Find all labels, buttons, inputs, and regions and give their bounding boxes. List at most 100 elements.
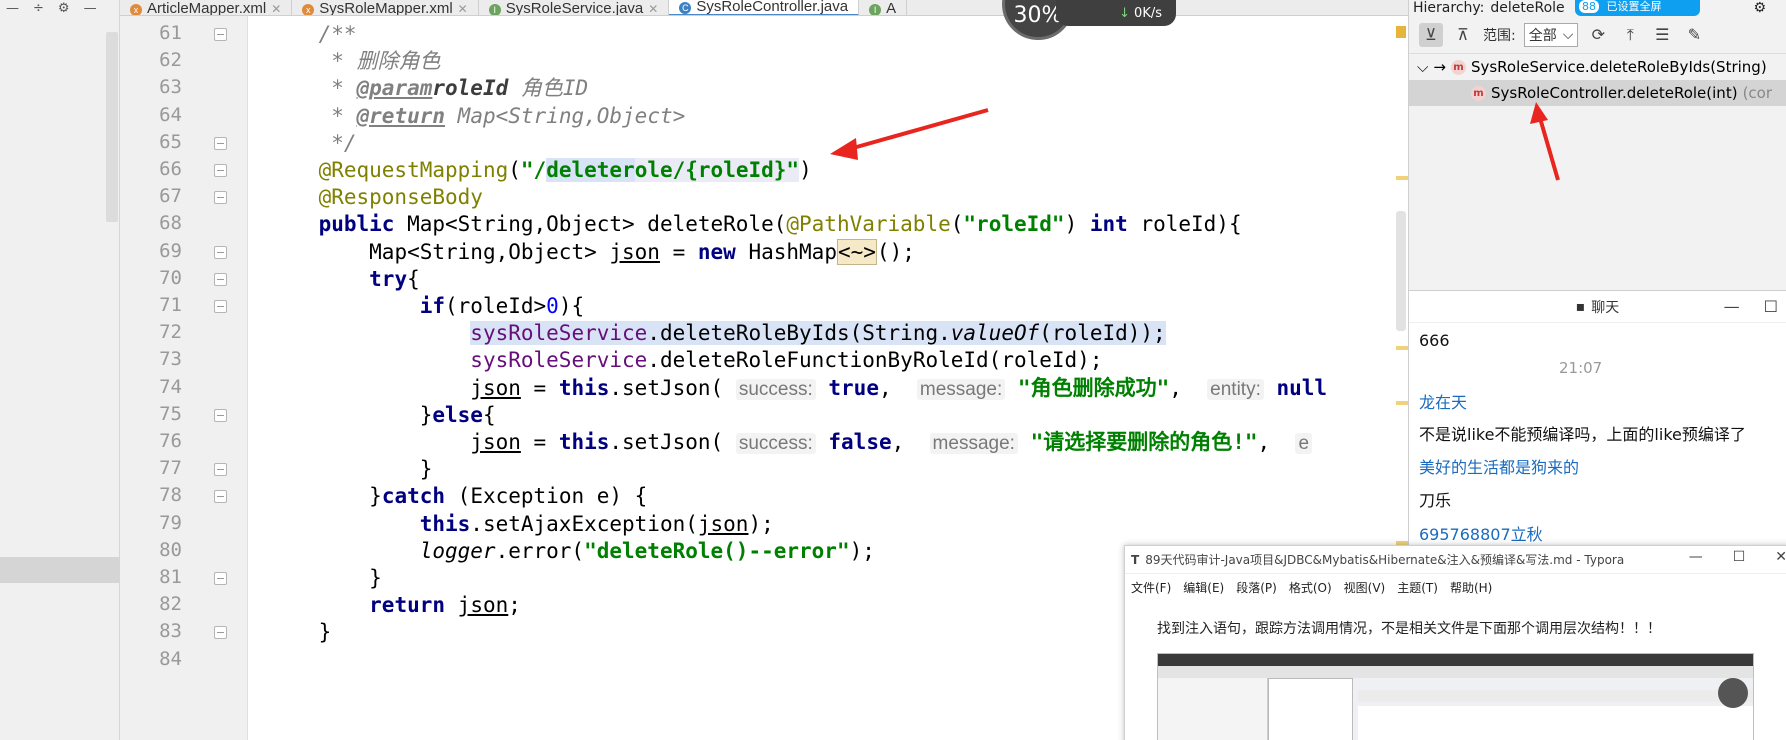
chat-sender[interactable]: 美好的生活都是狗来的	[1419, 454, 1579, 478]
close-icon[interactable]: ✕	[648, 2, 658, 15]
code-line[interactable]: * @paramroleId 角色ID	[120, 73, 1408, 103]
menu-view[interactable]: 视图(V)	[1344, 579, 1386, 596]
code-token: (	[950, 212, 964, 237]
code-line[interactable]: json = this.setJson( success: false, mes…	[120, 427, 1408, 457]
code-line[interactable]: sysRoleService.deleteRoleFunctionByRoleI…	[120, 345, 1408, 375]
code-line[interactable]: */	[120, 128, 1408, 158]
typora-body-text[interactable]: 找到注入语句，跟踪方法调用情况，不是相关文件是下面那个调用层次结构！！！	[1157, 618, 1661, 638]
tab-more[interactable]: I A	[859, 0, 908, 15]
code-token: try	[369, 266, 408, 291]
collapse-icon[interactable]: —	[6, 1, 19, 16]
code-token: *	[268, 103, 357, 128]
code-line[interactable]: this.setAjaxException(json);	[120, 509, 1408, 539]
menu-file[interactable]: 文件(F)	[1131, 579, 1171, 596]
callee-icon[interactable]: ⊻	[1419, 22, 1443, 47]
code-token: (Exception e) {	[445, 484, 648, 509]
menu-edit[interactable]: 编辑(E)	[1183, 579, 1224, 596]
code-line[interactable]: json = this.setJson( success: true, mess…	[120, 373, 1408, 403]
menu-theme[interactable]: 主题(T)	[1397, 579, 1438, 596]
collapse-icon[interactable]: ☰	[1650, 23, 1674, 47]
code-line[interactable]: try{	[120, 264, 1408, 294]
code-token: }	[369, 484, 382, 509]
code-token: Map<String,Object>	[445, 103, 686, 128]
parameter-hint: e	[1295, 433, 1313, 454]
minimize-icon[interactable]: —	[1724, 297, 1740, 316]
minimize-icon[interactable]: —	[1689, 549, 1703, 565]
menu-format[interactable]: 格式(O)	[1289, 579, 1332, 596]
chat-sender[interactable]: 695768807立秋	[1419, 521, 1543, 545]
tab-label: SysRoleService.java	[505, 0, 644, 16]
code-line[interactable]: }	[120, 454, 1408, 484]
tab-sysrole-controller[interactable]: C SysRoleController.java	[669, 0, 860, 15]
code-line[interactable]: public Map<String,Object> deleteRole(@Pa…	[120, 209, 1408, 239]
code-token: null	[1263, 375, 1328, 400]
code-token: "角色删除成功"	[1005, 375, 1170, 400]
xml-icon: x	[302, 4, 315, 15]
gear-icon[interactable]: ⚙	[1753, 0, 1766, 16]
code-line[interactable]: * 删除角色	[120, 46, 1408, 76]
menu-paragraph[interactable]: 段落(P)	[1236, 579, 1277, 596]
pin-icon[interactable]: ✎	[1682, 23, 1706, 47]
tab-sysrole-mapper[interactable]: x SysRoleMapper.xml ✕	[292, 0, 479, 15]
close-icon[interactable]: ✕	[458, 2, 468, 15]
code-line[interactable]: Map<String,Object> json = new HashMap<~>…	[120, 237, 1408, 267]
tree-row-callee[interactable]: ⌵ → m SysRoleService.deleteRoleByIds(Str…	[1409, 54, 1786, 80]
qq-notification[interactable]: 88 已设置全屏	[1575, 0, 1700, 16]
arrow-right-icon: →	[1433, 58, 1446, 76]
typora-window-controls: — ☐ ✕	[1689, 549, 1786, 565]
error-stripe-mark[interactable]	[1396, 176, 1408, 180]
class-icon: C	[679, 2, 692, 14]
project-scrollbar[interactable]	[106, 32, 118, 222]
close-icon[interactable]: ✕	[271, 2, 281, 15]
gear-icon[interactable]: ⚙	[58, 1, 70, 16]
code-line[interactable]: @RequestMapping("/deleterole/{roleId}")	[120, 155, 1408, 185]
code-line[interactable]: sysRoleService.deleteRoleByIds(String.va…	[120, 318, 1408, 348]
code-line[interactable]: if(roleId>0){	[120, 291, 1408, 321]
code-line[interactable]: * @return Map<String,Object>	[120, 101, 1408, 131]
code-line[interactable]: }else{	[120, 400, 1408, 430]
chevron-down-icon[interactable]: ⌵	[1417, 58, 1428, 76]
code-token: );	[748, 511, 774, 536]
project-panel: — ÷ ⚙ —	[0, 0, 120, 740]
tab-article-mapper[interactable]: x ArticleMapper.xml ✕	[120, 0, 293, 15]
code-token: "/	[520, 158, 547, 182]
maximize-icon[interactable]: ☐	[1764, 297, 1778, 316]
error-stripe-mark[interactable]	[1396, 401, 1408, 405]
maximize-icon[interactable]: ☐	[1733, 549, 1746, 565]
code-token: this	[558, 375, 610, 400]
chat-sender[interactable]: 龙在天	[1419, 389, 1467, 413]
code-token: 0	[546, 294, 559, 318]
menu-help[interactable]: 帮助(H)	[1450, 579, 1492, 596]
scope-select[interactable]: 全部 ⌵	[1523, 22, 1579, 47]
caller-icon[interactable]: ⊼	[1451, 23, 1475, 47]
expand-icon[interactable]: ⤒	[1618, 23, 1642, 47]
code-token: ole/{roleId}"	[634, 158, 800, 182]
code-token: (roleId));	[1039, 321, 1166, 346]
code-token: true	[815, 375, 879, 400]
code-line[interactable]: @ResponseBody	[120, 182, 1408, 212]
code-token: Map<String,Object>	[369, 239, 610, 264]
close-icon[interactable]: ✕	[1775, 549, 1786, 565]
code-token: @RequestMapping	[318, 158, 509, 182]
refresh-icon[interactable]: ⟳	[1586, 23, 1610, 47]
code-token: @PathVariable	[786, 212, 951, 237]
project-selected-row[interactable]	[0, 557, 120, 583]
code-line[interactable]: /**	[120, 19, 1408, 49]
code-token: false	[815, 430, 892, 454]
tab-sysrole-service[interactable]: I SysRoleService.java ✕	[479, 0, 670, 16]
code-token: (roleId>	[445, 294, 547, 318]
error-stripe-mark[interactable]	[1396, 346, 1408, 350]
code-token: * 删除角色	[268, 49, 441, 74]
tree-row-caller[interactable]: m SysRoleController.deleteRole(int) (cor	[1409, 80, 1786, 106]
code-token: <~>	[836, 238, 877, 265]
inspection-status-icon[interactable]	[1396, 26, 1406, 38]
code-token: @return	[356, 103, 446, 128]
hide-icon[interactable]: —	[84, 1, 97, 16]
code-line[interactable]: }catch (Exception e) {	[120, 481, 1408, 511]
editor-scrollbar[interactable]	[1396, 211, 1406, 331]
split-icon[interactable]: ÷	[33, 1, 44, 16]
code-token: logger	[419, 538, 496, 563]
